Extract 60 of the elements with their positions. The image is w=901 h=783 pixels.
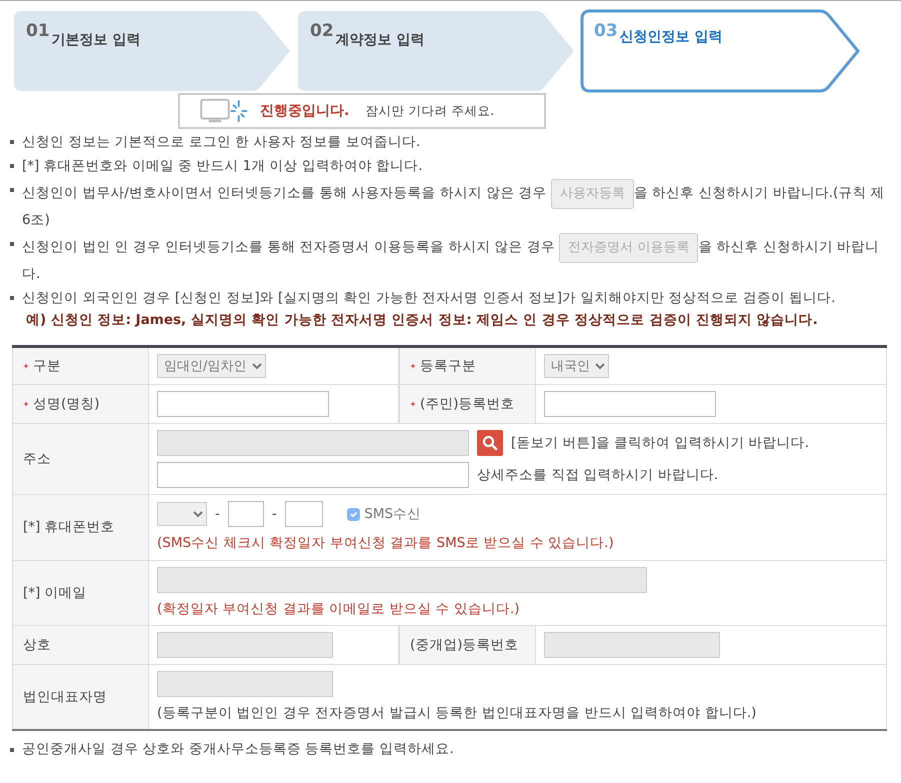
bullet-icon [10, 748, 14, 752]
field-label: (중개업)등록번호 [410, 636, 519, 655]
bullet-icon [10, 164, 14, 168]
required-icon [410, 401, 416, 408]
dropdown[interactable] [157, 502, 207, 526]
loading-title: 진행중입니다. [260, 102, 350, 120]
field-label: 법인대표자명 [23, 688, 107, 707]
search-icon [482, 435, 498, 452]
note-text: (확정일자 부여신청 결과를 이메일로 받으실 수 있습니다.) [157, 600, 521, 618]
notice-text: 신청인 정보는 기본적으로 로그인 한 사용자 정보를 보여줍니다. [22, 133, 420, 152]
notice-text: 신청인이 법무사/변호사이면서 인터넷등기소를 통해 사용자등록을 하시지 않은 경우 사용자등록 을 하신후 신청하시기 바랍니다.(규칙 제6조) [22, 179, 891, 231]
input-field[interactable] [228, 501, 264, 528]
field-label: 구분 [33, 357, 61, 376]
step-label: 신청인정보 입력 [620, 28, 723, 47]
required-icon [410, 363, 416, 370]
input-field[interactable] [157, 670, 333, 697]
field-label: 주소 [23, 450, 51, 470]
notice-text: 신청인이 법인 인 경우 인터넷등기소를 통해 전자증명서 이용등록을 하시지 않은 경우 전자증명서 이용등록 을 하신후 신청하시기 바랍니다. [22, 233, 891, 285]
input-field[interactable] [157, 430, 469, 456]
bullet-icon [10, 242, 14, 246]
note-text: (SMS수신 체크시 확정일자 부여신청 결과를 SMS로 받으실 수 있습니다.) [157, 534, 615, 554]
field-label: 상호 [23, 636, 51, 655]
input-field[interactable] [157, 462, 469, 488]
required-icon [23, 401, 29, 408]
step-number: 03 [594, 20, 618, 43]
footer-text: 공인중개사일 경우 상호와 중개사무소등록증 등록번호를 입력하세요. [22, 740, 454, 759]
input-field[interactable] [157, 391, 329, 418]
notice-text: 신청인이 외국인인 경우 [신청인 정보]와 [실지명의 확인 가능한 전자서명 인증서 정보]가 일치해야지만 정상적으로 검증이 됩니다. [22, 289, 836, 308]
required-icon [23, 363, 29, 370]
notice-text: [*] 휴대폰번호와 이메일 중 반드시 1개 이상 입력하여야 합니다. [22, 157, 422, 176]
field-label: 휴대폰번호 [44, 518, 114, 538]
dropdown[interactable]: 내국인 [544, 354, 609, 378]
field-label: 성명(명칭) [33, 395, 100, 414]
search-button[interactable] [477, 430, 503, 456]
dash-text: - [272, 505, 277, 524]
hint-text: 상세주소를 직접 입력하시기 바랍니다. [477, 466, 718, 486]
hint-text: [돋보기 버튼]을 클릭하여 입력하시기 바랍니다. [511, 434, 809, 454]
spinner-icon [200, 97, 250, 125]
step-number: 01 [26, 20, 50, 43]
step-label: 기본정보 입력 [52, 31, 141, 50]
required-mark: [*] [23, 518, 40, 538]
input-field[interactable] [157, 632, 333, 658]
input-field[interactable] [544, 632, 720, 658]
dash-text: - [215, 505, 220, 524]
note-text: (등록구분이 법인인 경우 전자증명서 발급시 등록한 법인대표자명을 반드시 입력하여야 합니다.) [157, 704, 758, 723]
field-label: 이메일 [44, 584, 86, 602]
step-number: 02 [310, 20, 334, 43]
dropdown[interactable]: 임대인/임차인 [157, 354, 266, 378]
bullet-icon [10, 140, 14, 144]
input-field[interactable] [157, 566, 647, 592]
bullet-icon [10, 296, 14, 300]
required-mark: [*] [23, 584, 40, 602]
field-label: (주민)등록번호 [420, 395, 515, 414]
field-label: 등록구분 [420, 357, 476, 376]
example-text: 예) 신청인 정보: James, 실지명의 확인 가능한 전자서명 인증서 정보: 제임스 인 경우 정상적으로 검증이 진행되지 않습니다. [25, 311, 819, 330]
step-label: 계약정보 입력 [336, 31, 425, 50]
bullet-icon [10, 188, 14, 192]
loading-message: 잠시만 기다려 주세요. [365, 102, 494, 120]
input-field[interactable] [544, 391, 716, 418]
input-field[interactable] [284, 501, 323, 528]
